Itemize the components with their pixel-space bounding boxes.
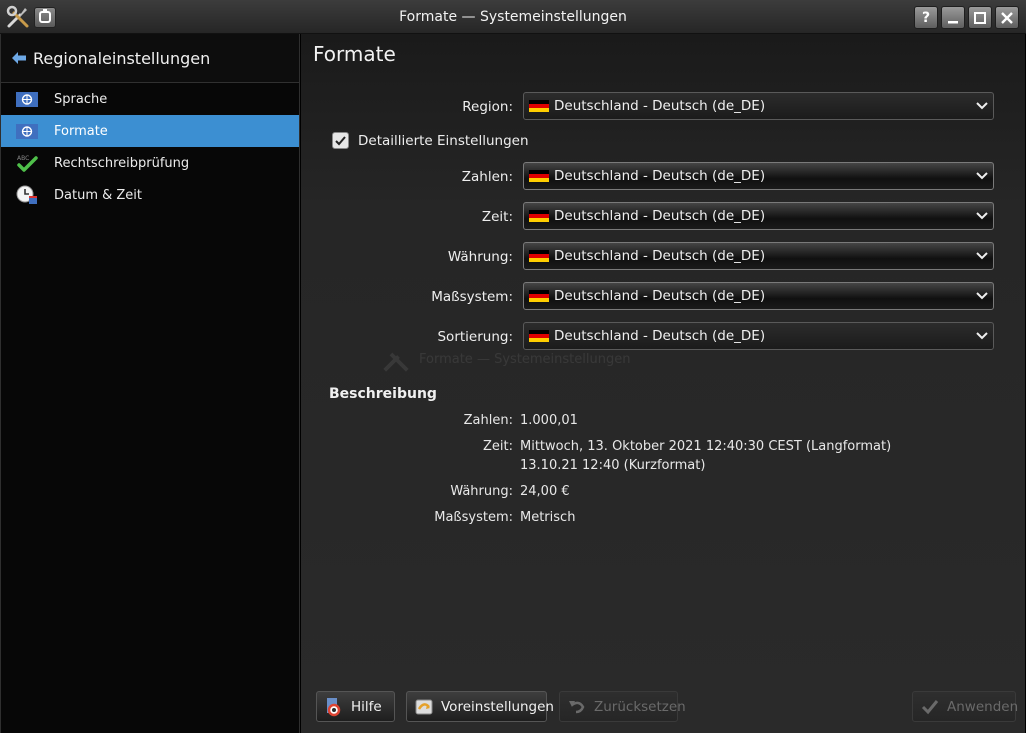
help-button[interactable]: ? [914, 6, 938, 29]
desc-numbers-value: 1.000,01 [520, 413, 578, 428]
reset-button[interactable]: Zurücksetzen [559, 691, 686, 722]
numbers-combobox[interactable]: Deutschland - Deutsch (de_DE) [523, 162, 994, 190]
desc-time-short: 13.10.21 12:40 (Kurzformat) [520, 458, 706, 473]
combobox-value: Deutschland - Deutsch (de_DE) [554, 98, 766, 114]
help-icon: ? [921, 9, 931, 26]
desc-time-label: Zeit: [483, 439, 513, 454]
germany-flag-icon [529, 210, 549, 222]
combobox-value: Deutschland - Deutsch (de_DE) [554, 328, 766, 344]
time-combobox[interactable]: Deutschland - Deutsch (de_DE) [523, 202, 994, 230]
apply-button-label: Anwenden [947, 698, 1019, 715]
language-flag-icon [16, 89, 38, 109]
sidebar-back-header[interactable]: Regionaleinstellungen [1, 34, 299, 83]
help-button-label: Hilfe [351, 698, 382, 715]
help-dialog-button[interactable]: Hilfe [316, 691, 395, 722]
maximize-icon [974, 11, 986, 24]
germany-flag-icon [529, 250, 549, 262]
drag-ghost-title: Formate — Systemeinstellungen [419, 351, 631, 367]
desc-measurement-label: Maßsystem: [434, 510, 513, 525]
germany-flag-icon [529, 170, 549, 182]
checkbox-label: Detaillierte Einstellungen [358, 132, 529, 149]
defaults-button[interactable]: Voreinstellungen [406, 691, 554, 722]
chevron-down-icon [976, 172, 988, 180]
sorting-label: Sortierung: [437, 329, 513, 345]
window-titlebar[interactable]: Formate — Systemeinstellungen ? [0, 0, 1026, 34]
chevron-down-icon [976, 102, 988, 110]
chevron-down-icon [976, 292, 988, 300]
apply-button[interactable]: Anwenden [912, 691, 1019, 722]
germany-flag-icon [529, 100, 549, 112]
back-arrow-icon [12, 52, 26, 64]
checkmark-icon [920, 697, 940, 717]
description-title: Beschreibung [329, 386, 437, 402]
measurement-combobox[interactable]: Deutschland - Deutsch (de_DE) [523, 282, 994, 310]
defaults-icon [414, 697, 434, 717]
tools-icon [383, 352, 409, 372]
main-panel: Formate Region: Deutschland - Deutsch (d… [301, 34, 1025, 733]
desc-time-long: Mittwoch, 13. Oktober 2021 12:40:30 CEST… [520, 439, 892, 454]
drag-ghost: Formate — Systemeinstellungen [381, 344, 630, 374]
sidebar-item-label: Datum & Zeit [54, 187, 142, 203]
defaults-button-label: Voreinstellungen [441, 698, 554, 715]
combobox-value: Deutschland - Deutsch (de_DE) [554, 168, 766, 184]
currency-label: Währung: [447, 249, 513, 265]
maximize-button[interactable] [968, 6, 992, 29]
reset-button-label: Zurücksetzen [594, 698, 686, 715]
detailed-settings-checkbox[interactable]: Detaillierte Einstellungen [332, 132, 529, 149]
chevron-down-icon [976, 212, 988, 220]
sidebar-item-formate[interactable]: Formate [1, 115, 299, 147]
combobox-value: Deutschland - Deutsch (de_DE) [554, 248, 766, 264]
measurement-label: Maßsystem: [431, 289, 513, 305]
desc-currency-label: Währung: [450, 484, 513, 499]
undo-icon [567, 697, 587, 717]
sidebar-item-label: Formate [54, 123, 108, 139]
desc-currency-value: 24,00 € [520, 484, 570, 499]
sidebar: Regionaleinstellungen Sprache Formate AB… [0, 34, 300, 733]
sidebar-header-label: Regionaleinstellungen [33, 48, 211, 68]
region-combobox[interactable]: Deutschland - Deutsch (de_DE) [523, 92, 994, 120]
minimize-button[interactable] [941, 6, 965, 29]
currency-combobox[interactable]: Deutschland - Deutsch (de_DE) [523, 242, 994, 270]
time-label: Zeit: [481, 209, 513, 225]
chevron-down-icon [976, 252, 988, 260]
germany-flag-icon [529, 290, 549, 302]
svg-text:ABC: ABC [17, 155, 29, 162]
checkbox-box[interactable] [332, 132, 349, 149]
minimize-icon [948, 20, 958, 23]
lifebuoy-icon [324, 697, 344, 717]
chevron-down-icon [976, 332, 988, 340]
sidebar-item-label: Sprache [54, 91, 108, 107]
combobox-value: Deutschland - Deutsch (de_DE) [554, 208, 766, 224]
window-title: Formate — Systemeinstellungen [399, 9, 627, 25]
close-button[interactable] [995, 6, 1019, 29]
desc-measurement-value: Metrisch [520, 510, 576, 525]
sidebar-item-label: Rechtschreibprüfung [54, 155, 190, 171]
sidebar-item-rechtschreibpruefung[interactable]: ABC Rechtschreibprüfung [1, 147, 299, 179]
numbers-label: Zahlen: [461, 169, 513, 185]
region-label: Region: [462, 99, 513, 115]
sidebar-item-datum-zeit[interactable]: Datum & Zeit [1, 179, 299, 211]
checkmark-icon [335, 136, 346, 146]
combobox-value: Deutschland - Deutsch (de_DE) [554, 288, 766, 304]
clock-icon [16, 185, 38, 205]
formats-flag-icon [16, 121, 38, 141]
sidebar-item-sprache[interactable]: Sprache [1, 83, 299, 115]
page-title: Formate [313, 42, 396, 66]
close-icon [1001, 11, 1013, 24]
desc-numbers-label: Zahlen: [463, 413, 513, 428]
germany-flag-icon [529, 330, 549, 342]
spellcheck-icon: ABC [16, 153, 38, 173]
